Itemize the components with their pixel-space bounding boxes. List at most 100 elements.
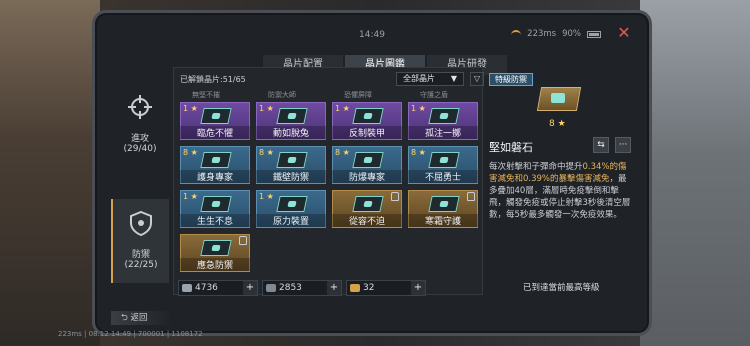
scrolled-row-labels: 無堅不摧 防禦大師 恐懼屏障 守護之盾: [178, 90, 480, 100]
resource-slot: 32 +: [346, 280, 426, 296]
chip-level: 1 ★: [259, 104, 274, 113]
chip-card[interactable]: 1 ★ 動如脫兔: [256, 102, 326, 140]
more-icon[interactable]: ···: [615, 137, 631, 153]
back-label: 返回: [130, 313, 148, 323]
status-indicators: 223ms 90%: [511, 29, 601, 39]
chip-level: 1 ★: [183, 192, 198, 201]
chip-level: 8 ★: [335, 148, 350, 157]
status-bar: 14:49 223ms 90% ✕: [95, 13, 649, 49]
resource-slot: 2853 +: [262, 280, 342, 296]
filter-value: 全部晶片: [403, 74, 435, 83]
chip-card[interactable]: 1 ★ 原力裝置: [256, 190, 326, 228]
background-scene-right: [640, 0, 750, 346]
chip-icon: [200, 196, 232, 212]
chip-fragment-icon: [182, 284, 192, 292]
chip-name: 原力裝置: [256, 214, 326, 227]
chip-title: 堅如磐石: [489, 141, 533, 154]
chip-level: 1 ★: [259, 192, 274, 201]
chip-card[interactable]: 1 ★ 生生不息: [180, 190, 250, 228]
network-latency: 223ms: [527, 29, 557, 39]
chip-icon: [428, 152, 460, 168]
chip-name: 不屈勇士: [408, 170, 478, 183]
chip-icon: [428, 196, 460, 212]
wifi-icon: [511, 30, 522, 38]
chip-card[interactable]: 1 ★ 臨危不懼: [180, 102, 250, 140]
chip-name: 應急防禦: [180, 258, 250, 271]
chip-icon: [352, 152, 384, 168]
card-label: 守護之盾: [420, 91, 448, 99]
chip-card[interactable]: 8 ★ 護身專家: [180, 146, 250, 184]
chip-icon: [352, 108, 384, 124]
resource-slot: 4736 +: [178, 280, 258, 296]
chip-name: 動如脫兔: [256, 126, 326, 139]
chip-level: 8 ★: [411, 148, 426, 157]
sidebar-item-label: 進攻: [130, 134, 149, 144]
lock-icon: [391, 192, 399, 201]
gold-ticket-icon: [350, 284, 360, 292]
category-sidebar: 進攻 (29/40) 防禦 (22/25): [111, 71, 169, 293]
sidebar-item-count: (29/40): [123, 144, 157, 154]
resource-bar: 4736 + 2853 + 32 +: [178, 280, 480, 296]
chip-card[interactable]: 從容不迫: [332, 190, 402, 228]
max-level-text: 已到達當前最高等級: [523, 283, 600, 293]
sidebar-item-attack[interactable]: 進攻 (29/40): [111, 93, 169, 154]
chip-card[interactable]: 1 ★ 孤注一擲: [408, 102, 478, 140]
lock-icon: [239, 236, 247, 245]
chip-material-icon: [266, 284, 276, 292]
filter-icon[interactable]: ▽: [470, 72, 484, 86]
chip-name: 從容不迫: [332, 214, 402, 227]
battery-percent: 90%: [562, 29, 581, 39]
chip-card[interactable]: 應急防禦: [180, 234, 250, 272]
chip-icon: [276, 196, 308, 212]
chip-level: 1 ★: [183, 104, 198, 113]
resource-value: 2853: [279, 283, 302, 293]
lock-icon: [467, 192, 475, 201]
chip-card[interactable]: 1 ★ 反制裝甲: [332, 102, 402, 140]
chip-filter-dropdown[interactable]: 全部晶片 ▼: [396, 72, 464, 86]
background-scene-left: [0, 0, 100, 346]
chip-name: 反制裝甲: [332, 126, 402, 139]
chip-level-stars: 8 ★: [549, 119, 566, 129]
chip-icon: [276, 108, 308, 124]
card-label: 防禦大師: [268, 91, 296, 99]
resource-value: 4736: [195, 283, 218, 293]
chip-icon: [200, 108, 232, 124]
chip-card[interactable]: 8 ★ 防爆專家: [332, 146, 402, 184]
chip-detail-panel: 特級防禦 8 ★ 堅如磐石 ⇆ ··· 每次射擊和子彈命中提升0.34%的傷害減…: [489, 73, 635, 293]
add-resource-button[interactable]: +: [411, 281, 425, 295]
debug-info: 223ms | 08.12 14:49 | 700001 | 1108172: [58, 330, 203, 338]
chevron-down-icon: ▼: [450, 74, 457, 83]
chip-name: 防爆專家: [332, 170, 402, 183]
chip-name: 臨危不懼: [180, 126, 250, 139]
chip-description: 每次射擊和子彈命中提升0.34%的傷害減免和0.39%的暴擊傷害減免，最多疊加4…: [489, 162, 631, 220]
chip-icon: [352, 196, 384, 212]
chip-level: 8 ★: [183, 148, 198, 157]
chip-name: 寒霜守護: [408, 214, 478, 227]
unlocked-count: 已解鎖晶片:51/65: [180, 75, 246, 84]
selected-chip-icon: [536, 83, 582, 117]
add-resource-button[interactable]: +: [327, 281, 341, 295]
chip-level: 8: [549, 119, 555, 129]
chip-card[interactable]: 8 ★ 不屈勇士: [408, 146, 478, 184]
chip-icon: [276, 152, 308, 168]
share-icon[interactable]: ⇆: [593, 137, 609, 153]
sidebar-item-label: 防禦: [131, 250, 150, 260]
chip-grid[interactable]: 無堅不摧 防禦大師 恐懼屏障 守護之盾 1 ★ 臨危不懼 1 ★ 動如脫兔 1 …: [178, 90, 480, 274]
crosshair-icon: [128, 95, 152, 119]
back-button[interactable]: ⮌ 返回: [111, 311, 173, 325]
chip-card[interactable]: 寒霜守護: [408, 190, 478, 228]
chip-level: 8 ★: [259, 148, 274, 157]
chip-collection-panel: 已解鎖晶片:51/65 全部晶片 ▼ ▽ 無堅不摧 防禦大師 恐懼屏障 守護之盾…: [173, 67, 484, 296]
chip-card[interactable]: 8 ★ 鐵壁防禦: [256, 146, 326, 184]
battery-icon: [587, 30, 601, 38]
chip-name: 鐵壁防禦: [256, 170, 326, 183]
add-resource-button[interactable]: +: [243, 281, 257, 295]
sidebar-item-defense[interactable]: 防禦 (22/25): [111, 199, 169, 283]
rarity-badge: 特級防禦: [489, 73, 533, 86]
chip-level: 1 ★: [411, 104, 426, 113]
close-icon[interactable]: ✕: [615, 24, 633, 42]
chip-level: 1 ★: [335, 104, 350, 113]
chip-icon: [428, 108, 460, 124]
sidebar-item-count: (22/25): [124, 260, 158, 270]
shield-icon: [130, 210, 152, 237]
